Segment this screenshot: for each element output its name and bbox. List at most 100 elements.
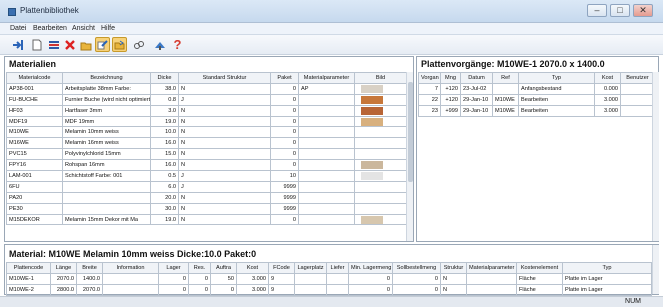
column-header: Auftra bbox=[210, 262, 237, 274]
column-header: Standard Struktur bbox=[178, 72, 271, 84]
material-struktur-cell: N bbox=[178, 115, 271, 128]
vorgang-mng-cell: +120 bbox=[440, 93, 461, 106]
vorgaenge-panel: Plattenvorgänge: M10WE-1 2070.0 x 1400.0… bbox=[416, 56, 659, 242]
material-image-cell bbox=[354, 104, 407, 117]
window-title: Plattenbibliothek bbox=[20, 6, 79, 15]
material-row[interactable]: HF03 Hartfaser 3mm 3.0 N 0 bbox=[6, 104, 407, 117]
vorgang-ref-cell: M10WE bbox=[492, 93, 519, 106]
material-name-cell bbox=[62, 191, 151, 204]
open-icon[interactable] bbox=[78, 37, 93, 52]
material-name-cell bbox=[62, 180, 151, 193]
materials-title: Materialien bbox=[9, 59, 57, 69]
material-dicke-cell: 19.0 bbox=[150, 115, 179, 128]
column-header: Datum bbox=[460, 72, 493, 84]
vorgaenge-scrollbar[interactable] bbox=[652, 72, 659, 241]
plate-lager-cell: 0 bbox=[158, 283, 189, 296]
plate-row[interactable]: M10WE-2 2800.0 2070.0 0 0 0 3.000 9 0 0 N Fläche Pla… bbox=[6, 283, 652, 296]
material-row[interactable]: PE30 30.0 N 9999 bbox=[6, 202, 407, 215]
delete-icon[interactable] bbox=[62, 37, 77, 52]
material-name-cell: Polyvinylchlorid 15mm bbox=[62, 148, 151, 161]
material-row[interactable]: M15DEKOR Melamin 15mm Dekor mit Ma 19.0 N 0 bbox=[6, 213, 407, 226]
column-header: Typ bbox=[518, 72, 595, 84]
plate-code-cell: M10WE-1 bbox=[6, 272, 51, 285]
vorgaenge-title: Plattenvorgänge: M10WE-1 2070.0 x 1400.0 bbox=[421, 59, 605, 69]
menu-datei[interactable]: Datei bbox=[10, 25, 26, 32]
materials-scrollbar[interactable] bbox=[406, 72, 413, 241]
detail-scrollbar[interactable] bbox=[652, 245, 659, 294]
plate-breite-cell: 1400.0 bbox=[76, 272, 103, 285]
material-struktur-cell: N bbox=[178, 191, 271, 204]
plate-kostel-cell: Fläche bbox=[516, 272, 563, 285]
material-swatch bbox=[361, 95, 383, 104]
material-paket-cell: 0 bbox=[270, 213, 299, 226]
material-image-cell bbox=[354, 202, 407, 215]
column-header: Lager bbox=[158, 262, 189, 274]
menu-hilfe[interactable]: Hilfe bbox=[101, 25, 115, 32]
material-row[interactable]: LAM-001 Schichtstoff Farbe: 001 0.5 J 10 bbox=[6, 170, 407, 182]
vorgang-typ-cell: Bearbeiten bbox=[518, 93, 595, 106]
plate-row[interactable]: M10WE-1 2070.0 1400.0 0 0 50 3.000 9 0 0 N Fläche Pl… bbox=[6, 272, 652, 285]
material-row[interactable]: AP38-001 Arbeitsplatte 38mm Farbe: 38.0 N 0 A… bbox=[6, 82, 407, 95]
material-dicke-cell: 0.8 bbox=[150, 93, 179, 106]
vorgang-row[interactable]: 7 +120 23-Jul-02 Anfangsbestand 0.000 bbox=[418, 82, 655, 95]
material-image-cell bbox=[354, 137, 407, 150]
vorgang-row[interactable]: 22 +120 29-Jan-10 M10WE Bearbeiten 3.000 bbox=[418, 93, 655, 106]
column-header: Typ bbox=[562, 262, 652, 274]
material-dicke-cell: 3.0 bbox=[150, 104, 179, 117]
plate-soll-cell: 0 bbox=[392, 272, 441, 285]
material-dicke-cell: 16.0 bbox=[150, 137, 179, 150]
material-paket-cell: 0 bbox=[270, 137, 299, 150]
material-row[interactable]: MDF19 MDF 19mm 19.0 N 0 bbox=[6, 115, 407, 128]
vorgang-ref-cell: M10WE bbox=[492, 104, 519, 117]
vorgang-row[interactable]: 23 +999 29-Jan-10 M10WE Bearbeiten 3.000 bbox=[418, 104, 655, 117]
maximize-button[interactable]: □ bbox=[610, 4, 630, 17]
material-row[interactable]: PVC15 Polyvinylchlorid 15mm 15.0 N 0 bbox=[6, 148, 407, 161]
material-code-cell: M16WE bbox=[6, 137, 63, 150]
toolbar: ? bbox=[0, 35, 663, 55]
plate-info-cell bbox=[102, 283, 159, 296]
new-icon[interactable] bbox=[29, 37, 44, 52]
plate-auftrag-cell: 50 bbox=[210, 272, 237, 285]
material-swatch bbox=[361, 161, 383, 170]
vorgang-mng-cell: +999 bbox=[440, 104, 461, 117]
material-param-cell bbox=[298, 191, 355, 204]
material-struktur-cell: N bbox=[178, 148, 271, 161]
edit-icon[interactable] bbox=[95, 37, 110, 52]
material-image-cell bbox=[354, 82, 407, 95]
menu-bearbeiten[interactable]: Bearbeiten bbox=[33, 25, 67, 32]
material-code-cell: HF03 bbox=[6, 104, 63, 117]
material-image-cell bbox=[354, 115, 407, 128]
close-button[interactable]: ✕ bbox=[633, 4, 653, 17]
vorgang-nr-cell: 7 bbox=[418, 82, 441, 95]
column-header: Benutzer bbox=[620, 72, 655, 84]
material-paket-cell: 9999 bbox=[270, 191, 299, 204]
plate-breite-cell: 2070.0 bbox=[76, 283, 103, 296]
detail-panel: Material: M10WE Melamin 10mm weiss Dicke… bbox=[4, 244, 659, 296]
material-name-cell: Rohspan 16mm bbox=[62, 159, 151, 172]
column-header: Breite bbox=[76, 262, 103, 274]
material-row[interactable]: FPY16 Rohspan 16mm 16.0 N 0 bbox=[6, 159, 407, 172]
material-row[interactable]: FU-BUCHE Furnier Buche (wird nicht optimi… bbox=[6, 93, 407, 106]
menu-ansicht[interactable]: Ansicht bbox=[72, 25, 95, 32]
plate-kost-cell: 3.000 bbox=[236, 283, 269, 296]
help-icon[interactable]: ? bbox=[170, 37, 185, 52]
column-header: Dicke bbox=[150, 72, 179, 84]
material-param-cell bbox=[298, 126, 355, 139]
material-image-cell bbox=[354, 180, 407, 193]
import-icon[interactable] bbox=[10, 37, 25, 52]
column-header: Plattencode bbox=[6, 262, 51, 274]
material-row[interactable]: 6FU 6.0 J 9999 bbox=[6, 180, 407, 193]
column-header: Struktur bbox=[440, 262, 467, 274]
material-name-cell: Arbeitsplatte 38mm Farbe: bbox=[62, 82, 151, 95]
column-header: Kostenelement bbox=[516, 262, 563, 274]
minimize-button[interactable]: – bbox=[587, 4, 607, 17]
export-icon[interactable] bbox=[112, 37, 127, 52]
link-icon[interactable] bbox=[131, 37, 146, 52]
material-row[interactable]: PA20 20.0 N 9999 bbox=[6, 191, 407, 204]
settings-icon[interactable] bbox=[152, 37, 167, 52]
material-row[interactable]: M16WE Melamin 16mm weiss 16.0 N 0 bbox=[6, 137, 407, 150]
material-row[interactable]: M10WE Melamin 10mm weiss 10.0 N 0 bbox=[6, 126, 407, 139]
material-paket-cell: 0 bbox=[270, 82, 299, 95]
material-param-cell bbox=[298, 202, 355, 215]
list-icon[interactable] bbox=[46, 37, 61, 52]
